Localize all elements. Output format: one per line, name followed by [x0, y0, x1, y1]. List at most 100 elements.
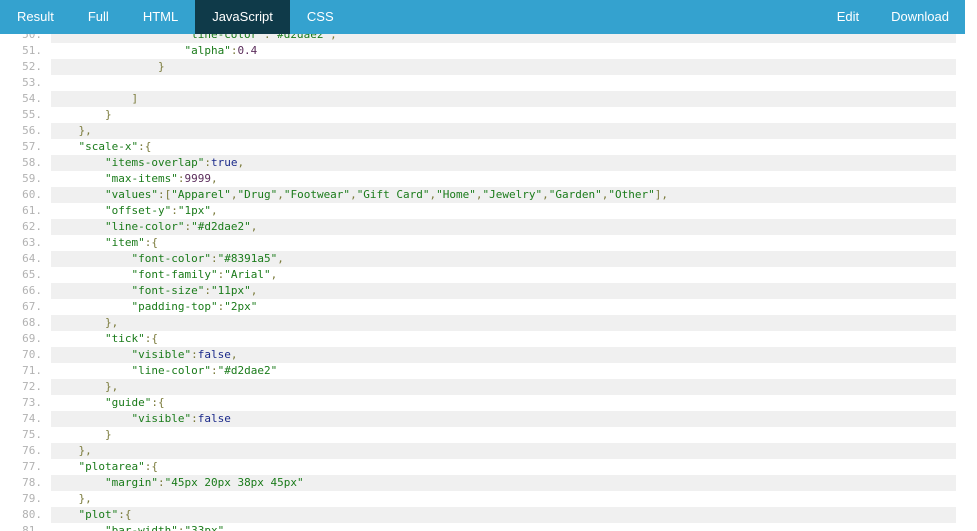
code-text: "alpha":0.4	[184, 44, 258, 57]
line-number: 65.	[22, 268, 42, 281]
code-line: 61. "offset-y":"1px",	[0, 203, 965, 219]
code-line: 51. "alpha":0.4	[0, 43, 965, 59]
code-line: 79. },	[0, 491, 965, 507]
code-line: 71. "line-color":"#d2dae2"	[0, 363, 965, 379]
code-text: "line-color":"#d2dae2",	[184, 34, 337, 41]
code-text: "margin":"45px 20px 38px 45px"	[104, 476, 304, 489]
line-number: 79.	[22, 492, 42, 505]
javascript-code-panel[interactable]: 50. "line-color":"#d2dae2", 51. "alpha":0…	[0, 34, 965, 531]
code-text: "offset-y":"1px",	[104, 204, 218, 217]
code-text: "visible":false	[131, 412, 231, 425]
code-text: "line-color":"#d2dae2"	[131, 364, 278, 377]
code-text: }	[104, 428, 112, 441]
code-text: "tick":{	[104, 332, 158, 345]
code-text: }	[157, 60, 165, 73]
tab-javascript[interactable]: JavaScript	[195, 0, 290, 34]
code-line: 53.	[0, 75, 965, 91]
top-toolbar: Result Full HTML JavaScript CSS Edit Dow…	[0, 0, 965, 35]
code-line: 66. "font-size":"11px",	[0, 283, 965, 299]
code-line: 65. "font-family":"Arial",	[0, 267, 965, 283]
edit-button[interactable]: Edit	[821, 0, 875, 34]
code-line: 64. "font-color":"#8391a5",	[0, 251, 965, 267]
line-number: 60.	[22, 188, 42, 201]
code-text: "scale-x":{	[78, 140, 152, 153]
code-line: 76. },	[0, 443, 965, 459]
code-line: 75. }	[0, 427, 965, 443]
code-text: "line-color":"#d2dae2",	[104, 220, 258, 233]
code-text: "values":["Apparel","Drug","Footwear","G…	[104, 188, 668, 201]
line-number: 74.	[22, 412, 42, 425]
code-line: 74. "visible":false	[0, 411, 965, 427]
line-number: 69.	[22, 332, 42, 345]
code-line: 59. "max-items":9999,	[0, 171, 965, 187]
code-line: 62. "line-color":"#d2dae2",	[0, 219, 965, 235]
tab-result[interactable]: Result	[0, 0, 71, 34]
code-text: },	[78, 492, 92, 505]
code-text: "font-color":"#8391a5",	[131, 252, 284, 265]
line-number: 76.	[22, 444, 42, 457]
code-text: "bar-width":"33px",	[104, 524, 231, 531]
code-text: "guide":{	[104, 396, 165, 409]
code-text: "max-items":9999,	[104, 172, 218, 185]
line-number: 53.	[22, 76, 42, 89]
line-number: 80.	[22, 508, 42, 521]
action-tabs: Edit Download	[821, 0, 965, 34]
tab-css[interactable]: CSS	[290, 0, 351, 34]
line-number: 52.	[22, 60, 42, 73]
code-text: "items-overlap":true,	[104, 156, 245, 169]
code-line: 56. },	[0, 123, 965, 139]
line-highlight-stripe	[51, 59, 956, 75]
line-highlight-stripe	[51, 443, 956, 459]
code-line: 58. "items-overlap":true,	[0, 155, 965, 171]
line-highlight-stripe	[51, 379, 956, 395]
download-button[interactable]: Download	[875, 0, 965, 34]
line-number: 70.	[22, 348, 42, 361]
code-text: "font-family":"Arial",	[131, 268, 278, 281]
code-line: 70. "visible":false,	[0, 347, 965, 363]
line-number: 72.	[22, 380, 42, 393]
code-text: }	[104, 108, 112, 121]
code-text: "item":{	[104, 236, 158, 249]
line-number: 50.	[22, 34, 42, 41]
code-line: 54. ]	[0, 91, 965, 107]
code-line: 68. },	[0, 315, 965, 331]
line-number: 68.	[22, 316, 42, 329]
code-line: 69. "tick":{	[0, 331, 965, 347]
code-line: 72. },	[0, 379, 965, 395]
tab-full[interactable]: Full	[71, 0, 126, 34]
code-line: 77. "plotarea":{	[0, 459, 965, 475]
line-number: 64.	[22, 252, 42, 265]
code-line: 60. "values":["Apparel","Drug","Footwear…	[0, 187, 965, 203]
scrollbar-gutter[interactable]	[965, 0, 977, 531]
line-number: 75.	[22, 428, 42, 441]
tab-html[interactable]: HTML	[126, 0, 195, 34]
line-number: 55.	[22, 108, 42, 121]
line-highlight-stripe	[51, 507, 956, 523]
line-number: 58.	[22, 156, 42, 169]
line-number: 71.	[22, 364, 42, 377]
line-highlight-stripe	[51, 123, 956, 139]
code-line: 63. "item":{	[0, 235, 965, 251]
code-line: 57. "scale-x":{	[0, 139, 965, 155]
code-text: "plot":{	[78, 508, 132, 521]
line-number: 77.	[22, 460, 42, 473]
line-number: 59.	[22, 172, 42, 185]
code-text: },	[104, 316, 119, 329]
code-text: ]	[131, 92, 139, 105]
line-number: 54.	[22, 92, 42, 105]
line-highlight-stripe	[51, 91, 956, 107]
code-text: "plotarea":{	[78, 460, 158, 473]
code-line: 81. "bar-width":"33px",	[0, 523, 965, 531]
line-number: 56.	[22, 124, 42, 137]
line-highlight-stripe	[51, 315, 956, 331]
line-number: 57.	[22, 140, 42, 153]
code-line: 55. }	[0, 107, 965, 123]
line-number: 67.	[22, 300, 42, 313]
code-text: "visible":false,	[131, 348, 238, 361]
line-number: 62.	[22, 220, 42, 233]
line-number: 78.	[22, 476, 42, 489]
line-number: 81.	[22, 524, 42, 531]
code-line: 50. "line-color":"#d2dae2",	[0, 34, 965, 43]
code-line: 67. "padding-top":"2px"	[0, 299, 965, 315]
line-number: 61.	[22, 204, 42, 217]
